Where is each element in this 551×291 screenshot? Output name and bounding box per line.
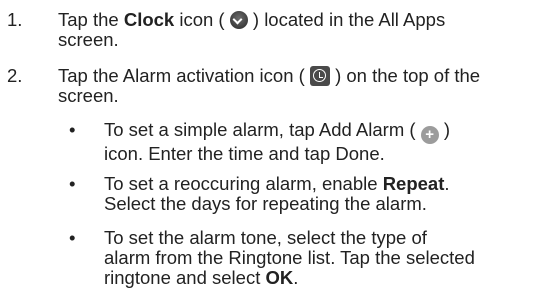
clock-icon (229, 11, 248, 29)
step-text-part: screen. (58, 29, 119, 50)
bullet-text-part: alarm from the Ringtone list. Tap the se… (104, 247, 475, 268)
bullet-text-part: To set a reoccuring alarm, enable (104, 173, 383, 194)
ok-label: OK (265, 267, 294, 288)
bullet-text-part: Select the days for repeating the alarm. (104, 193, 427, 214)
step-text-part: ) on the top of the (329, 65, 481, 86)
bullet-text-part: To set the alarm tone, select the type o… (104, 227, 427, 248)
alarm-clock-icon (309, 66, 330, 86)
bullet-text: To set a reoccuring alarm, enable Repeat… (104, 174, 546, 214)
instructions-document: 1. Tap the Clock icon ( ) located in the… (0, 0, 551, 291)
bullet-text-part: icon. Enter the time and tap Done. (104, 143, 385, 164)
bullet-text-part: . (444, 173, 450, 194)
bullet-symbol: • (69, 173, 76, 194)
bullet-text-part: To set a simple alarm, tap Add Alarm ( (104, 119, 421, 140)
step-text-part: icon ( (174, 9, 230, 30)
bullet-text: To set a simple alarm, tap Add Alarm ( +… (104, 120, 546, 164)
bullet-symbol: • (69, 227, 76, 248)
clock-label: Clock (123, 9, 175, 30)
step-text-part: Tap the Alarm activation icon ( (58, 65, 310, 86)
add-icon: + (420, 126, 439, 144)
step-number: 2. (7, 65, 23, 86)
step-number: 1. (7, 9, 23, 30)
repeat-label: Repeat (382, 173, 445, 194)
bullet-symbol: • (69, 119, 76, 140)
bullet-text: To set the alarm tone, select the type o… (104, 228, 546, 288)
step-text-part: screen. (58, 85, 119, 106)
bullet-text-part: ringtone and select (104, 267, 266, 288)
bullet-text-part: . (293, 267, 299, 288)
step-text: Tap the Alarm activation icon ( ) on the… (58, 66, 546, 106)
step-text-part: ) located in the All Apps (247, 9, 446, 30)
step-text-part: Tap the (58, 9, 124, 30)
step-text: Tap the Clock icon ( ) located in the Al… (58, 10, 546, 50)
bullet-text-part: ) (438, 119, 450, 140)
